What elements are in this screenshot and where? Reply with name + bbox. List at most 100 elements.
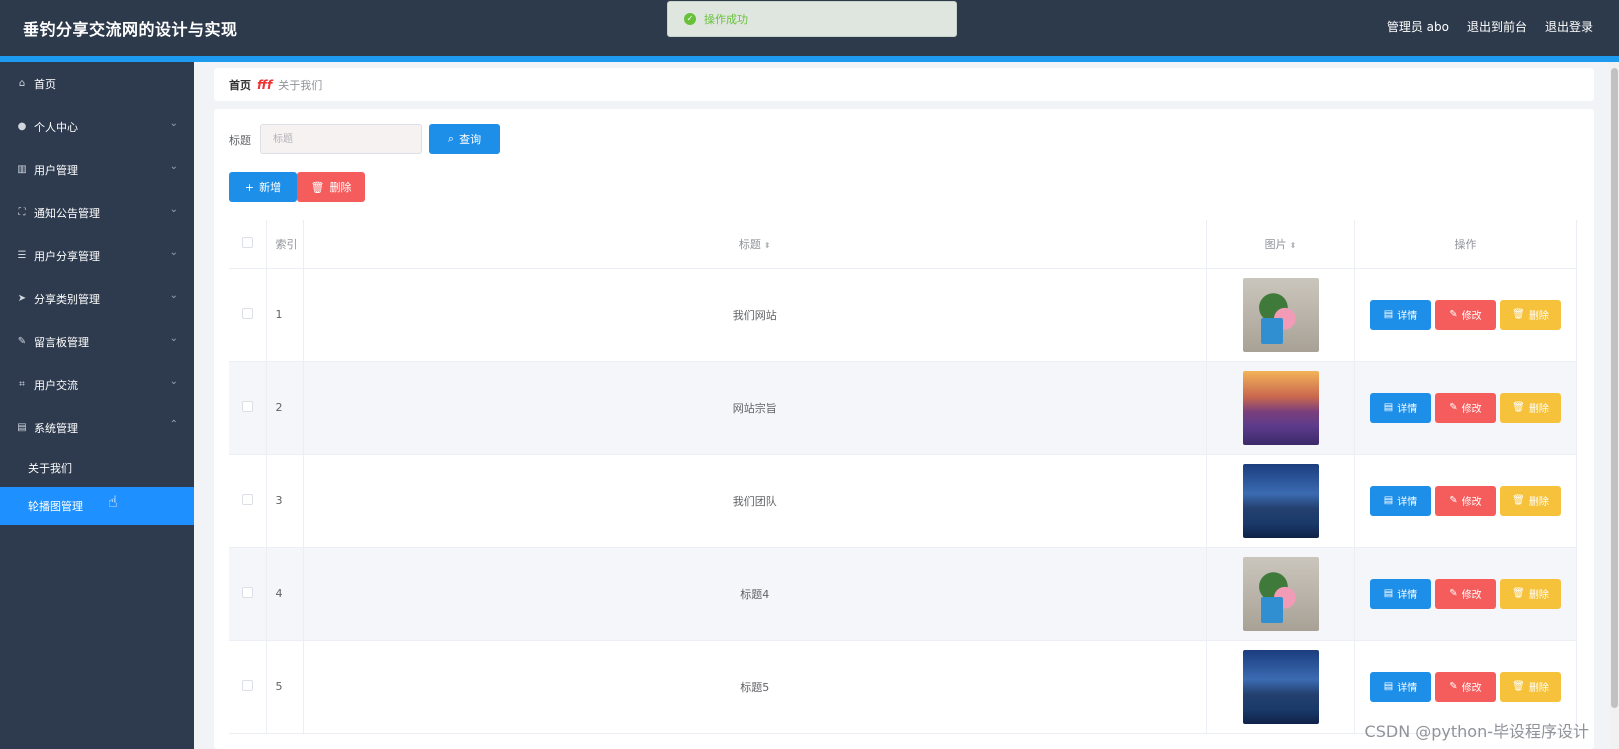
sidebar-item-label: 留言板管理	[34, 335, 89, 349]
breadcrumb-current: 关于我们	[278, 78, 323, 92]
sidebar-item-label: 分享类别管理	[34, 292, 100, 306]
home-icon: ⌂	[18, 78, 26, 89]
row-checkbox[interactable]	[241, 307, 253, 319]
sidebar-item-shares[interactable]: ☰ 用户分享管理 ⌄	[0, 234, 194, 277]
sidebar: ⌂ 首页 ● 个人中心 ⌄ ▥ 用户管理 ⌄ ⛶ 通知公告管理 ⌄ ☰ 用户分享…	[0, 62, 194, 749]
flower-vase-thumbnail[interactable]	[1242, 277, 1319, 352]
row-title: 我们网站	[303, 268, 1207, 362]
table-header-row: 索引 标题 ⬍ 图片 ⬍ 操作	[229, 220, 1577, 269]
plus-icon: +	[244, 180, 255, 194]
toast-message: 操作成功	[704, 13, 748, 26]
success-toast: ✓ 操作成功	[667, 1, 957, 37]
sidebar-item-label: 通知公告管理	[34, 206, 100, 220]
delete-button[interactable]: 🗑 删除	[1500, 485, 1561, 516]
chevron-down-icon: ⌄	[169, 204, 178, 215]
trash-icon: 🗑	[1512, 402, 1525, 413]
chevron-down-icon: ⌄	[169, 333, 178, 344]
page-scrollbar[interactable]	[1610, 62, 1619, 749]
trash-icon: 🗑	[310, 180, 325, 194]
trash-icon: 🗑	[1512, 681, 1525, 692]
sidebar-item-messages[interactable]: ✎ 留言板管理 ⌄	[0, 320, 194, 363]
chevron-down-icon: ⌄	[169, 247, 178, 258]
edit-button[interactable]: ✎ 修改	[1435, 671, 1496, 702]
check-circle-icon: ✓	[684, 13, 696, 25]
detail-button[interactable]: ▤ 详情	[1370, 392, 1431, 423]
sidebar-subitem-carousel[interactable]: 轮播图管理	[0, 487, 194, 525]
lavender-field-thumbnail[interactable]	[1242, 370, 1319, 445]
crop-icon: ⌗	[19, 379, 25, 390]
edit-button[interactable]: ✎ 修改	[1435, 485, 1496, 516]
row-title: 标题4	[303, 547, 1207, 641]
sidebar-item-label: 个人中心	[34, 120, 78, 134]
delete-button[interactable]: 🗑 删除	[1500, 392, 1561, 423]
search-label: 标题	[229, 134, 251, 147]
row-checkbox[interactable]	[241, 679, 253, 691]
mountain-lake-thumbnail[interactable]	[1242, 463, 1319, 538]
row-index: 5	[266, 640, 304, 734]
detail-button[interactable]: ▤ 详情	[1370, 485, 1431, 516]
row-checkbox[interactable]	[241, 493, 253, 505]
detail-button[interactable]: ▤ 详情	[1370, 578, 1431, 609]
select-all-checkbox[interactable]	[241, 236, 253, 248]
breadcrumb-home[interactable]: 首页	[229, 77, 251, 93]
add-button[interactable]: + 新增	[229, 172, 297, 202]
bars-icon: ▥	[17, 164, 27, 175]
row-checkbox[interactable]	[241, 586, 253, 598]
document-icon: ▤	[1383, 495, 1394, 506]
sort-icon[interactable]: ⬍	[1290, 241, 1297, 250]
delete-button[interactable]: 🗑 删除	[1500, 299, 1561, 330]
sidebar-item-label: 系统管理	[34, 421, 78, 435]
chevron-down-icon: ⌄	[169, 290, 178, 301]
sidebar-item-notices[interactable]: ⛶ 通知公告管理 ⌄	[0, 191, 194, 234]
delete-button[interactable]: 🗑 删除	[1500, 671, 1561, 702]
sidebar-item-label: 首页	[34, 77, 56, 91]
sidebar-item-users[interactable]: ▥ 用户管理 ⌄	[0, 148, 194, 191]
detail-button[interactable]: ▤ 详情	[1370, 671, 1431, 702]
row-index: 3	[266, 454, 304, 548]
title-search-input[interactable]	[260, 124, 422, 154]
chevron-down-icon: ⌄	[169, 161, 178, 172]
sidebar-item-exchange[interactable]: ⌗ 用户交流 ⌄	[0, 363, 194, 406]
table-row: 2 网站宗旨 ▤ 详情 ✎ 修改 🗑 删除	[229, 361, 1577, 455]
table-row: 1 我们网站 ▤ 详情 ✎ 修改 🗑 删除	[229, 268, 1577, 362]
app-title: 垂钓分享交流网的设计与实现	[23, 20, 238, 39]
header-image[interactable]: 图片 ⬍	[1206, 220, 1355, 269]
document-icon: ▤	[1383, 681, 1394, 692]
sidebar-item-home[interactable]: ⌂ 首页	[0, 62, 194, 105]
flower-vase-thumbnail[interactable]	[1242, 556, 1319, 631]
search-icon: ⌕	[447, 132, 455, 145]
header-title[interactable]: 标题 ⬍	[303, 220, 1207, 269]
delete-button[interactable]: 🗑 删除	[1500, 578, 1561, 609]
row-checkbox[interactable]	[241, 400, 253, 412]
sidebar-item-categories[interactable]: ➤ 分享类别管理 ⌄	[0, 277, 194, 320]
document-icon: ▤	[1383, 309, 1394, 320]
sidebar-item-profile[interactable]: ● 个人中心 ⌄	[0, 105, 194, 148]
header-title-label: 标题	[738, 237, 761, 251]
edit-button[interactable]: ✎ 修改	[1435, 392, 1496, 423]
row-title: 我们团队	[303, 454, 1207, 548]
detail-button[interactable]: ▤ 详情	[1370, 299, 1431, 330]
sidebar-item-label: 用户管理	[34, 163, 78, 177]
hand-cursor-icon: ☝	[108, 492, 118, 511]
to-frontend-link[interactable]: 退出到前台	[1467, 18, 1527, 35]
mountain-lake-thumbnail[interactable]	[1242, 649, 1319, 724]
header-select-all[interactable]	[229, 220, 267, 269]
scrollbar-thumb[interactable]	[1611, 68, 1618, 708]
sidebar-subitem-about[interactable]: 关于我们	[0, 449, 194, 487]
sidebar-item-system[interactable]: ▤ 系统管理 ⌃	[0, 406, 194, 449]
document-icon: ▤	[1383, 402, 1394, 413]
pencil-icon: ✎	[1449, 309, 1458, 320]
breadcrumb: 首页 fff 关于我们	[214, 68, 1594, 101]
edit-button[interactable]: ✎ 修改	[1435, 578, 1496, 609]
logout-link[interactable]: 退出登录	[1545, 18, 1593, 35]
edit-button[interactable]: ✎ 修改	[1435, 299, 1496, 330]
sort-icon[interactable]: ⬍	[764, 241, 771, 250]
frame-icon: ⛶	[18, 207, 26, 218]
add-button-label: 新增	[259, 181, 282, 194]
header-ops: 操作	[1354, 220, 1577, 269]
chevron-up-icon: ⌃	[169, 419, 178, 430]
sidebar-subitem-label: 轮播图管理	[28, 500, 83, 513]
query-button[interactable]: ⌕ 查询	[429, 124, 500, 154]
bulk-delete-button[interactable]: 🗑 删除	[297, 172, 365, 202]
breadcrumb-separator-icon: fff	[257, 77, 273, 92]
